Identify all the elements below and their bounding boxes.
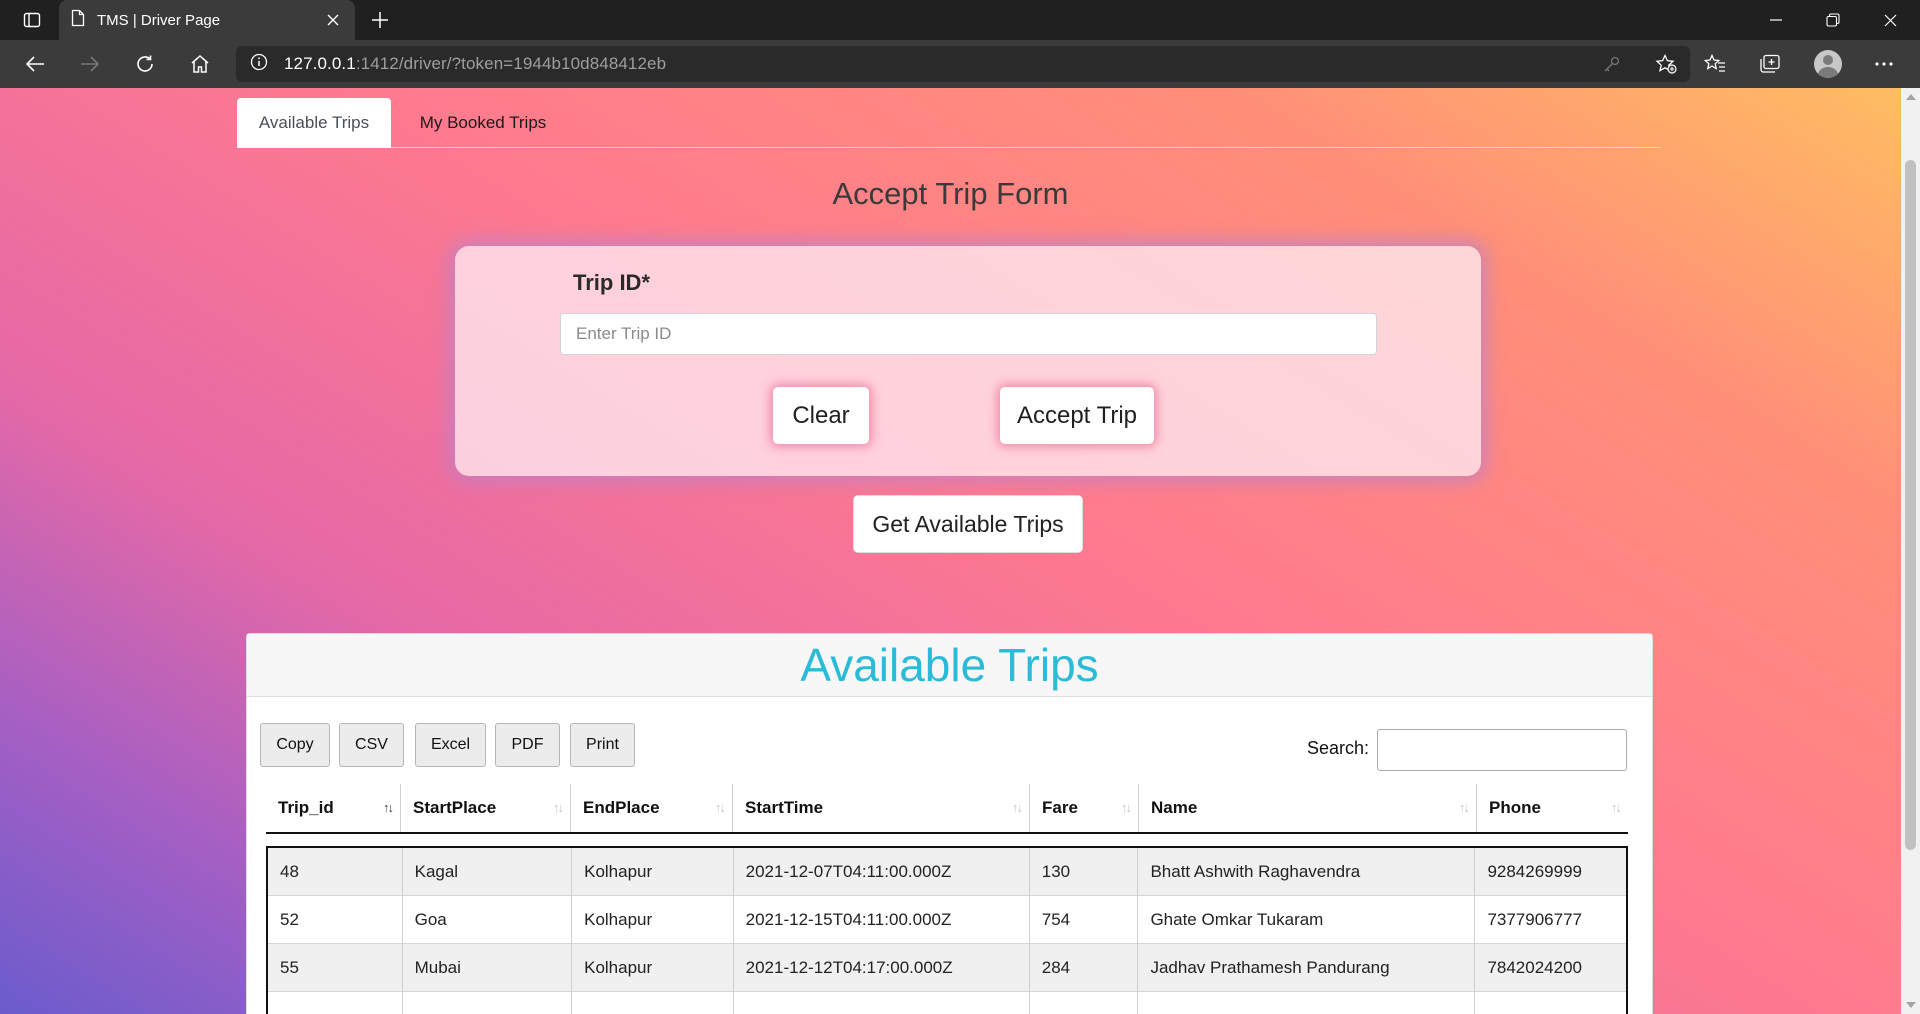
page-scrollbar[interactable] [1901, 88, 1920, 1014]
accept-trip-button[interactable]: Accept Trip [1000, 387, 1154, 444]
table-row-partial[interactable] [268, 992, 1626, 1014]
cell-start-place: Kagal [401, 848, 572, 895]
key-icon[interactable] [1596, 52, 1628, 76]
csv-button[interactable]: CSV [339, 723, 404, 767]
scroll-up-arrow-icon[interactable] [1906, 94, 1916, 100]
cell-start-time: 2021-12-12T04:17:00.000Z [732, 944, 1029, 991]
table-header-row: Trip_id ↑↓ StartPlace ↑↓ EndPlace ↑↓ StartT… [266, 784, 1628, 834]
sort-icon: ↑↓ [1121, 800, 1132, 815]
trip-id-input[interactable] [560, 313, 1377, 355]
refresh-icon[interactable] [125, 44, 165, 84]
address-bar[interactable]: 127.0.0.1:1412/driver/?token=1944b10d848… [236, 46, 1690, 82]
home-icon[interactable] [180, 44, 220, 84]
cell-start-place: Goa [401, 896, 572, 943]
column-header-start-place[interactable]: StartPlace ↑↓ [400, 784, 570, 832]
cell-end-place: Kolhapur [571, 896, 733, 943]
cell-fare: 754 [1028, 896, 1138, 943]
url-text: 127.0.0.1:1412/driver/?token=1944b10d848… [284, 54, 667, 73]
sort-icon: ↑↓ [1611, 800, 1622, 815]
cell-end-place: Kolhapur [571, 848, 733, 895]
form-heading: Accept Trip Form [832, 176, 1069, 211]
cell-phone: 7842024200 [1474, 944, 1626, 991]
plus-icon[interactable] [362, 0, 398, 40]
more-icon[interactable] [1864, 44, 1904, 84]
tab-my-booked-trips[interactable]: My Booked Trips [393, 98, 573, 148]
column-header-fare[interactable]: Fare ↑↓ [1029, 784, 1138, 832]
cell-name: Ghate Omkar Tukaram [1137, 896, 1474, 943]
page-icon [71, 9, 85, 31]
column-header-name[interactable]: Name ↑↓ [1138, 784, 1476, 832]
sort-icon: ↑↓ [715, 800, 726, 815]
cell-phone: 9284269999 [1474, 848, 1626, 895]
search-input[interactable] [1377, 729, 1627, 771]
browser-toolbar: 127.0.0.1:1412/driver/?token=1944b10d848… [0, 40, 1920, 88]
add-favorite-icon[interactable] [1650, 52, 1682, 76]
collections-icon[interactable] [1750, 44, 1790, 84]
table-body: 48 Kagal Kolhapur 2021-12-07T04:11:00.00… [266, 846, 1628, 1014]
clear-button[interactable]: Clear [773, 387, 869, 444]
column-header-end-place[interactable]: EndPlace ↑↓ [570, 784, 732, 832]
sort-icon: ↑↓ [553, 800, 564, 815]
table-row[interactable]: 48 Kagal Kolhapur 2021-12-07T04:11:00.00… [268, 848, 1626, 896]
back-icon[interactable] [15, 44, 55, 84]
browser-tab[interactable]: TMS | Driver Page [59, 0, 355, 40]
available-trips-card: Available Trips Copy CSV Excel PDF Print… [246, 633, 1653, 1014]
accept-trip-form: Trip ID* Clear Accept Trip [455, 246, 1481, 476]
nav-tabs: Available Trips My Booked Trips [237, 98, 1661, 148]
favorites-icon[interactable] [1695, 44, 1735, 84]
copy-button[interactable]: Copy [260, 723, 330, 767]
table-row[interactable]: 55 Mubai Kolhapur 2021-12-12T04:17:00.00… [268, 944, 1626, 992]
page-viewport: Available Trips My Booked Trips Accept T… [0, 88, 1901, 1014]
restore-icon[interactable] [1805, 0, 1861, 40]
sort-icon: ↑↓ [1012, 800, 1023, 815]
cell-trip-id: 48 [280, 861, 299, 881]
column-header-start-time[interactable]: StartTime ↑↓ [732, 784, 1029, 832]
column-header-phone[interactable]: Phone ↑↓ [1476, 784, 1628, 832]
get-available-trips-button[interactable]: Get Available Trips [853, 495, 1083, 553]
cell-trip-id: 52 [280, 909, 299, 929]
cell-start-time: 2021-12-07T04:11:00.000Z [732, 848, 1029, 895]
tab-available-trips[interactable]: Available Trips [237, 98, 391, 148]
trip-id-label: Trip ID* [573, 270, 651, 295]
print-button[interactable]: Print [570, 723, 635, 767]
column-header-trip-id[interactable]: Trip_id ↑↓ [266, 784, 400, 832]
cell-fare: 284 [1028, 944, 1138, 991]
tab-actions-icon[interactable] [12, 0, 52, 40]
minimize-icon[interactable] [1748, 0, 1804, 40]
cell-name: Bhatt Ashwith Raghavendra [1137, 848, 1474, 895]
cell-fare: 130 [1028, 848, 1138, 895]
cell-trip-id: 55 [280, 957, 299, 977]
table-title: Available Trips [247, 634, 1652, 697]
cell-phone: 7377906777 [1474, 896, 1626, 943]
forward-icon[interactable] [70, 44, 110, 84]
cell-start-time: 2021-12-15T04:11:00.000Z [732, 896, 1029, 943]
window-close-icon[interactable] [1862, 0, 1918, 40]
cell-name: Jadhav Prathamesh Pandurang [1137, 944, 1474, 991]
profile-icon[interactable] [1808, 44, 1848, 84]
info-icon[interactable] [250, 53, 268, 76]
excel-button[interactable]: Excel [415, 723, 486, 767]
browser-titlebar: TMS | Driver Page [0, 0, 1920, 40]
scroll-thumb[interactable] [1905, 160, 1916, 850]
sort-icon: ↑↓ [1459, 800, 1470, 815]
table-row[interactable]: 52 Goa Kolhapur 2021-12-15T04:11:00.000Z… [268, 896, 1626, 944]
search-label: Search: [1307, 738, 1370, 758]
cell-start-place: Mubai [401, 944, 572, 991]
cell-end-place: Kolhapur [571, 944, 733, 991]
close-icon[interactable] [323, 10, 343, 30]
scroll-down-arrow-icon[interactable] [1906, 1002, 1916, 1008]
sort-icon: ↑↓ [383, 800, 394, 815]
tab-title: TMS | Driver Page [97, 11, 221, 29]
pdf-button[interactable]: PDF [495, 723, 560, 767]
